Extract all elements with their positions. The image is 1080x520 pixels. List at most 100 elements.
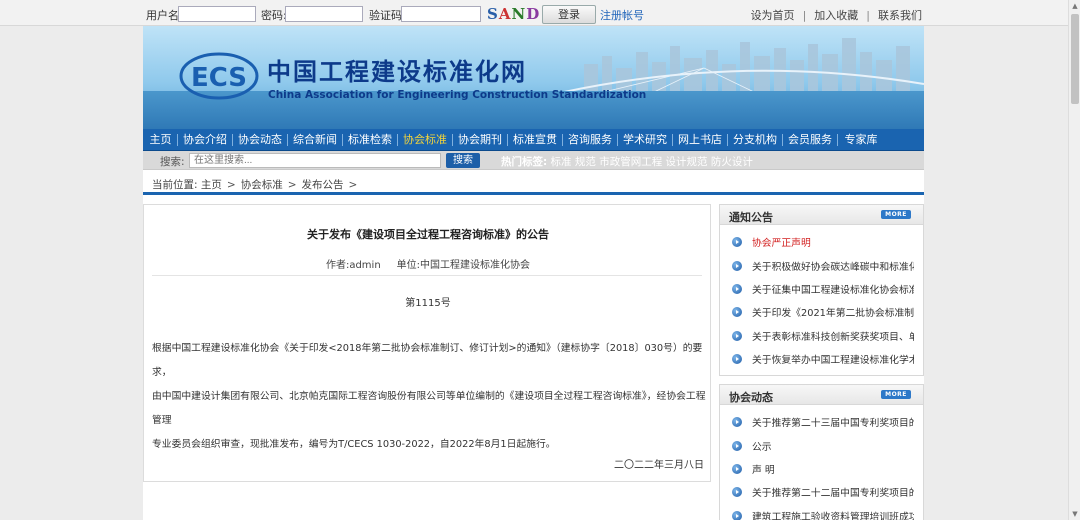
contact-link[interactable]: 联系我们	[878, 9, 922, 22]
nav-item-journal[interactable]: 协会期刊	[456, 129, 504, 151]
nav-item-general-news[interactable]: 综合新闻	[291, 129, 339, 151]
notice-item[interactable]: 关于印发《2021年第二批协会标准制	[732, 305, 914, 321]
ecs-logo: ECS	[179, 52, 259, 100]
username-input[interactable]	[178, 6, 256, 22]
bullet-arrow-icon	[732, 307, 742, 317]
notice-item[interactable]: 协会严正声明	[732, 235, 914, 251]
notice-item-text[interactable]: 协会严正声明	[752, 235, 811, 249]
nav-item-standard-promotion[interactable]: 标准宣贯	[511, 129, 559, 151]
search-button[interactable]: 搜索	[446, 153, 480, 168]
news-item-text[interactable]: 关于推荐第二十三届中国专利奖项目的	[752, 415, 914, 429]
news-item-text[interactable]: 公示	[752, 439, 772, 453]
scroll-down-arrow-icon[interactable]: ▼	[1069, 508, 1080, 520]
nav-item-home[interactable]: 主页	[147, 129, 174, 151]
breadcrumb-item[interactable]: 协会标准	[241, 179, 283, 191]
scroll-up-arrow-icon[interactable]: ▲	[1069, 0, 1080, 12]
register-link[interactable]: 注册帐号	[600, 7, 644, 23]
divider: |	[802, 9, 807, 22]
article-paragraph-line: 由中国中建设计集团有限公司、北京帕克国际工程咨询股份有限公司等单位编制的《建设项…	[152, 391, 706, 426]
notice-item[interactable]: 关于恢复举办中国工程建设标准化学术	[732, 352, 914, 368]
scroll-thumb[interactable]	[1071, 14, 1079, 104]
nav-divider	[672, 134, 673, 146]
notice-title: 通知公告	[729, 211, 773, 224]
bullet-arrow-icon	[732, 284, 742, 294]
login-bar: 用户名: 密码: 验证码: SAND 登录 注册帐号 设为首页 | 加入收藏 | 联系我…	[0, 0, 1068, 26]
main-nav: 主页 协会介绍 协会动态 综合新闻 标准检索 协会标准 协会期刊 标准宣贯 咨询…	[143, 129, 924, 151]
captcha-input[interactable]	[401, 6, 481, 22]
notice-item[interactable]: 关于积极做好协会碳达峰碳中和标准化	[732, 259, 914, 275]
bullet-arrow-icon	[732, 511, 742, 520]
notice-item-text[interactable]: 关于征集中国工程建设标准化协会标准	[752, 282, 914, 296]
article-unit: 单位:中国工程建设标准化协会	[396, 260, 531, 271]
breadcrumb-item[interactable]: 发布公告	[302, 179, 344, 191]
notice-item-text[interactable]: 关于恢复举办中国工程建设标准化学术	[752, 352, 914, 366]
article-divider	[152, 275, 702, 276]
news-item[interactable]: 公示	[732, 439, 914, 455]
article-date: 二〇二二年三月八日	[614, 460, 704, 471]
nav-divider	[727, 134, 728, 146]
notice-item-text[interactable]: 关于积极做好协会碳达峰碳中和标准化	[752, 259, 914, 273]
captcha-char: S	[487, 5, 499, 23]
article-paragraph-line: 专业委员会组织审查，现批准发布，编号为T/CECS 1030-2022，自202…	[152, 439, 556, 450]
top-links: 设为首页 | 加入收藏 | 联系我们	[751, 7, 922, 23]
breadcrumb-item[interactable]: 主页	[201, 179, 222, 191]
breadcrumb-separator: >	[348, 179, 358, 191]
nav-item-experts[interactable]: 专家库	[841, 129, 881, 151]
city-skyline-image	[564, 38, 924, 94]
hot-tags-label: 热门标签:	[501, 156, 548, 168]
captcha-char: A	[498, 5, 512, 23]
nav-divider	[507, 134, 508, 146]
captcha-image[interactable]: SAND	[487, 5, 539, 23]
login-button[interactable]: 登录	[542, 5, 596, 24]
news-panel: 协会动态 MORE 关于推荐第二十三届中国专利奖项目的 公示 声 明 关于推荐第…	[719, 384, 924, 520]
news-item[interactable]: 关于推荐第二十三届中国专利奖项目的	[732, 415, 914, 431]
hot-tags-list[interactable]: 标准 规范 市政管网工程 设计规范 防火设计	[551, 156, 753, 168]
news-header: 协会动态 MORE	[720, 385, 923, 405]
news-more-button[interactable]: MORE	[881, 390, 911, 399]
nav-item-association-standards[interactable]: 协会标准	[401, 129, 449, 151]
set-homepage-link[interactable]: 设为首页	[751, 9, 795, 22]
article-meta: 作者:admin 单位:中国工程建设标准化协会	[144, 256, 712, 271]
bullet-arrow-icon	[732, 354, 742, 364]
notice-header: 通知公告 MORE	[720, 205, 923, 225]
nav-item-standard-search[interactable]: 标准检索	[346, 129, 394, 151]
notice-more-button[interactable]: MORE	[881, 210, 911, 219]
nav-item-branches[interactable]: 分支机构	[731, 129, 779, 151]
notice-item-text[interactable]: 关于印发《2021年第二批协会标准制	[752, 305, 914, 319]
nav-item-consulting[interactable]: 咨询服务	[566, 129, 614, 151]
nav-divider	[452, 134, 453, 146]
password-input[interactable]	[285, 6, 363, 22]
nav-item-association-news[interactable]: 协会动态	[236, 129, 284, 151]
notice-item-text[interactable]: 关于表彰标准科技创新奖获奖项目、单	[752, 329, 914, 343]
nav-divider	[287, 134, 288, 146]
article-body: 根据中国工程建设标准化协会《关于印发<2018年第二批协会标准制订、修订计划>的…	[152, 337, 708, 457]
announcement-number: 第1115号	[405, 298, 451, 309]
nav-item-research[interactable]: 学术研究	[621, 129, 669, 151]
bullet-arrow-icon	[732, 237, 742, 247]
news-item[interactable]: 关于推荐第二十二届中国专利奖项目的	[732, 485, 914, 501]
article-panel: 关于发布《建设项目全过程工程咨询标准》的公告 作者:admin 单位:中国工程建设…	[143, 204, 711, 482]
search-bar: 搜索: 搜索 热门标签: 标准 规范 市政管网工程 设计规范 防火设计	[143, 151, 924, 170]
site-subtitle: China Association for Engineering Constr…	[268, 89, 647, 101]
nav-item-member-services[interactable]: 会员服务	[786, 129, 834, 151]
notice-item[interactable]: 关于征集中国工程建设标准化协会标准	[732, 282, 914, 298]
search-label: 搜索:	[160, 156, 185, 168]
bullet-arrow-icon	[732, 331, 742, 341]
nav-item-about[interactable]: 协会介绍	[181, 129, 229, 151]
search-input[interactable]	[189, 153, 441, 168]
news-item-text[interactable]: 关于推荐第二十二届中国专利奖项目的	[752, 485, 914, 499]
add-favorite-link[interactable]: 加入收藏	[814, 9, 858, 22]
nav-divider	[837, 134, 838, 146]
scrollbar[interactable]: ▲ ▼	[1068, 0, 1080, 520]
news-item-text[interactable]: 声 明	[752, 462, 775, 476]
nav-divider	[617, 134, 618, 146]
nav-item-bookstore[interactable]: 网上书店	[676, 129, 724, 151]
news-item[interactable]: 建筑工程施工验收资料管理培训班成功	[732, 509, 914, 520]
nav-divider	[177, 134, 178, 146]
article-author: 作者:admin	[325, 260, 381, 271]
news-item[interactable]: 声 明	[732, 462, 914, 478]
news-item-text[interactable]: 建筑工程施工验收资料管理培训班成功	[752, 509, 914, 520]
notice-item[interactable]: 关于表彰标准科技创新奖获奖项目、单	[732, 329, 914, 345]
bullet-arrow-icon	[732, 261, 742, 271]
nav-divider	[562, 134, 563, 146]
